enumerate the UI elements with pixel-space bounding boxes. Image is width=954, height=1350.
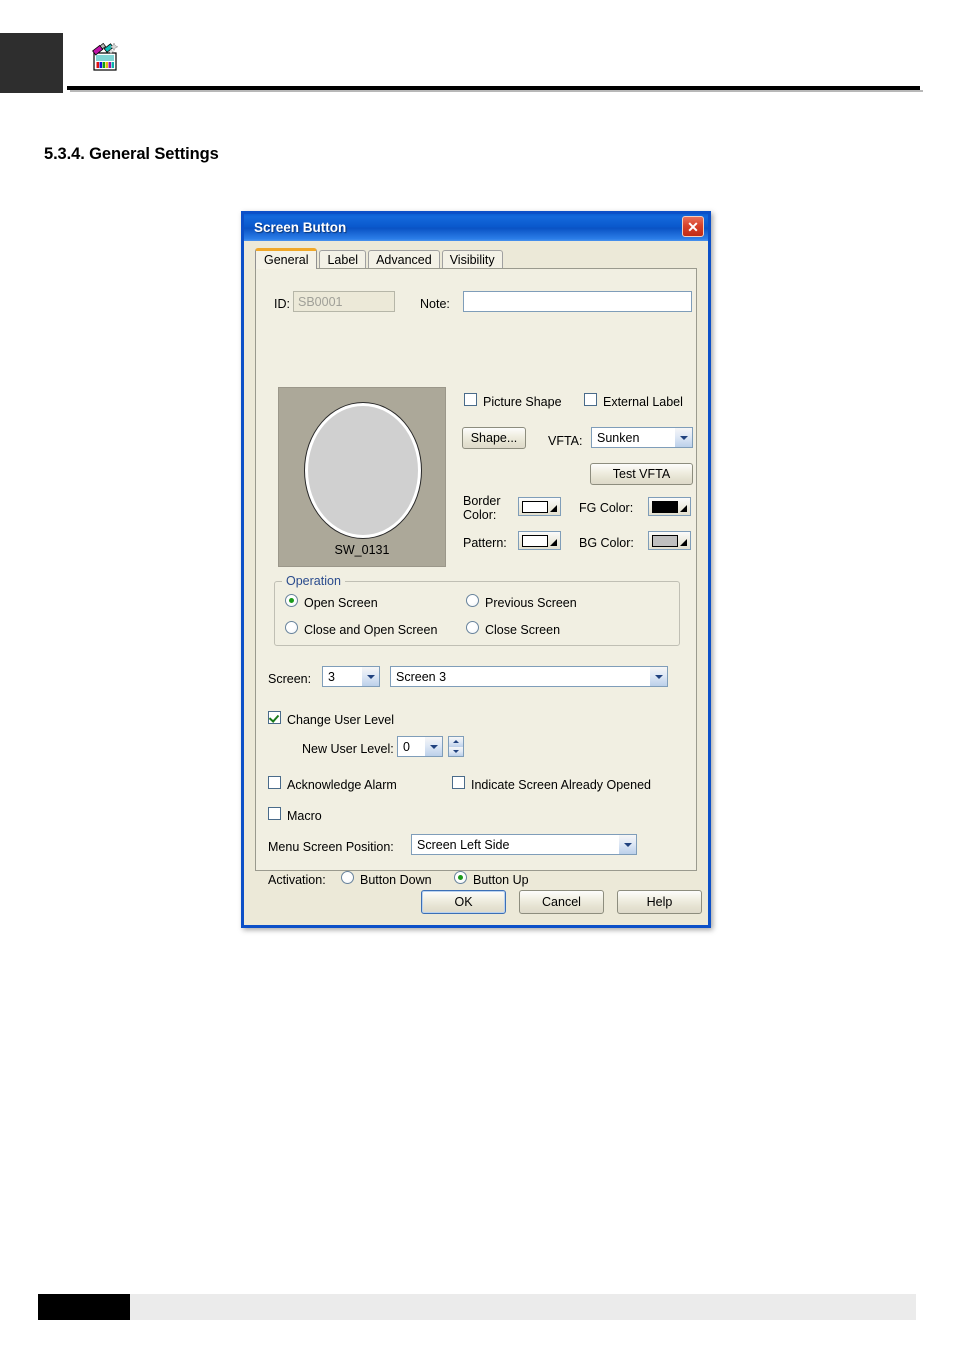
- cancel-button[interactable]: Cancel: [519, 890, 604, 914]
- vfta-value: Sunken: [597, 430, 640, 445]
- chevron-down-icon[interactable]: [361, 667, 379, 686]
- indicate-screen-already-opened-checkbox[interactable]: [452, 776, 465, 789]
- test-vfta-button[interactable]: Test VFTA: [590, 463, 693, 485]
- tab-general[interactable]: General: [255, 248, 318, 269]
- menu-screen-position-label: Menu Screen Position:: [268, 840, 394, 854]
- radio-previous-screen[interactable]: [466, 594, 479, 607]
- id-input: SB0001: [293, 291, 395, 312]
- picture-shape-label: Picture Shape: [483, 395, 562, 409]
- bg-color-label: BG Color:: [579, 536, 634, 550]
- macro-label: Macro: [287, 809, 322, 823]
- page-header: [0, 0, 954, 100]
- indicate-screen-already-opened-label: Indicate Screen Already Opened: [471, 778, 651, 792]
- fg-color-swatch: [652, 501, 678, 513]
- footer-black-block: [38, 1294, 130, 1320]
- new-user-level-stepper[interactable]: [448, 736, 464, 757]
- screen-button-dialog: Screen Button ✕ General Label Advanced V…: [241, 211, 711, 928]
- radio-open-screen-label: Open Screen: [304, 596, 378, 610]
- tab-advanced[interactable]: Advanced: [368, 250, 440, 269]
- border-color-swatch: [522, 501, 548, 513]
- radio-button-up-label: Button Up: [473, 873, 529, 887]
- header-rule-shadow: [70, 90, 923, 92]
- new-user-level-value: 0: [403, 739, 410, 754]
- screen-editor-icon: [88, 40, 122, 74]
- pattern-swatch: [522, 535, 548, 547]
- bg-color-button[interactable]: [648, 531, 691, 550]
- pattern-label: Pattern:: [463, 536, 507, 550]
- bg-color-swatch: [652, 535, 678, 547]
- chevron-down-icon[interactable]: [674, 428, 692, 447]
- radio-close-and-open-screen-label: Close and Open Screen: [304, 623, 438, 637]
- shape-preview: SW_0131: [278, 387, 446, 567]
- header-black-tab: [0, 33, 63, 93]
- border-color-button[interactable]: [518, 497, 561, 516]
- radio-open-screen[interactable]: [285, 594, 298, 607]
- external-label-checkbox[interactable]: [584, 393, 597, 406]
- tabstrip: General Label Advanced Visibility: [255, 248, 505, 269]
- radio-previous-screen-label: Previous Screen: [485, 596, 577, 610]
- tab-visibility[interactable]: Visibility: [441, 250, 503, 269]
- macro-checkbox[interactable]: [268, 807, 281, 820]
- stepper-down-icon[interactable]: [449, 746, 463, 756]
- picture-shape-checkbox[interactable]: [464, 393, 477, 406]
- page-title: 5.3.4. General Settings: [44, 145, 219, 163]
- footer-bar: [130, 1294, 916, 1320]
- pattern-button[interactable]: [518, 531, 561, 550]
- dropdown-corner-icon: [680, 539, 687, 546]
- activation-label: Activation:: [268, 873, 326, 887]
- chevron-down-icon[interactable]: [649, 667, 667, 686]
- border-color-label-line1: Border: [463, 494, 501, 508]
- screen-label: Screen:: [268, 672, 312, 686]
- screen-number-value: 3: [328, 669, 335, 684]
- radio-close-screen-label: Close Screen: [485, 623, 561, 637]
- dialog-title: Screen Button: [254, 220, 347, 235]
- dropdown-corner-icon: [680, 505, 687, 512]
- vfta-combobox[interactable]: Sunken: [591, 427, 693, 448]
- note-label: Note:: [420, 297, 450, 311]
- dropdown-corner-icon: [550, 539, 557, 546]
- radio-button-up[interactable]: [454, 871, 467, 884]
- dropdown-corner-icon: [550, 505, 557, 512]
- acknowledge-alarm-checkbox[interactable]: [268, 776, 281, 789]
- change-user-level-label: Change User Level: [287, 713, 395, 727]
- radio-button-down-label: Button Down: [360, 873, 432, 887]
- tab-label[interactable]: Label: [319, 250, 367, 269]
- preview-shape-label: SW_0131: [334, 543, 390, 557]
- operation-legend: Operation: [282, 574, 345, 588]
- new-user-level-combobox[interactable]: 0: [397, 736, 443, 757]
- menu-screen-position-combobox[interactable]: Screen Left Side: [411, 834, 637, 855]
- shape-button[interactable]: Shape...: [462, 427, 526, 449]
- chevron-down-icon[interactable]: [424, 737, 442, 756]
- fg-color-button[interactable]: [648, 497, 691, 516]
- chevron-down-icon[interactable]: [618, 835, 636, 854]
- radio-button-down[interactable]: [341, 871, 354, 884]
- screen-name-combobox[interactable]: Screen 3: [390, 666, 668, 687]
- border-color-label-line2: Color:: [463, 508, 497, 522]
- ok-button[interactable]: OK: [421, 890, 506, 914]
- header-rule: [67, 86, 920, 90]
- screen-number-combobox[interactable]: 3: [322, 666, 380, 687]
- preview-ellipse: [305, 403, 421, 538]
- acknowledge-alarm-label: Acknowledge Alarm: [287, 778, 397, 792]
- note-input[interactable]: [463, 291, 692, 312]
- menu-screen-position-value: Screen Left Side: [417, 837, 510, 852]
- change-user-level-checkbox[interactable]: [268, 711, 281, 724]
- fg-color-label: FG Color:: [579, 501, 634, 515]
- help-button[interactable]: Help: [617, 890, 702, 914]
- new-user-level-label: New User Level:: [302, 742, 394, 756]
- external-label-label: External Label: [603, 395, 683, 409]
- stepper-up-icon[interactable]: [449, 737, 463, 747]
- radio-close-screen[interactable]: [466, 621, 479, 634]
- radio-close-and-open-screen[interactable]: [285, 621, 298, 634]
- vfta-label: VFTA:: [548, 434, 583, 448]
- screen-name-value: Screen 3: [396, 669, 447, 684]
- id-label: ID:: [274, 297, 290, 311]
- general-tab-panel: ID: SB0001 Note: SW_0131 Picture Shape E…: [255, 268, 697, 886]
- close-icon[interactable]: ✕: [682, 216, 704, 237]
- dialog-titlebar: Screen Button ✕: [241, 211, 711, 241]
